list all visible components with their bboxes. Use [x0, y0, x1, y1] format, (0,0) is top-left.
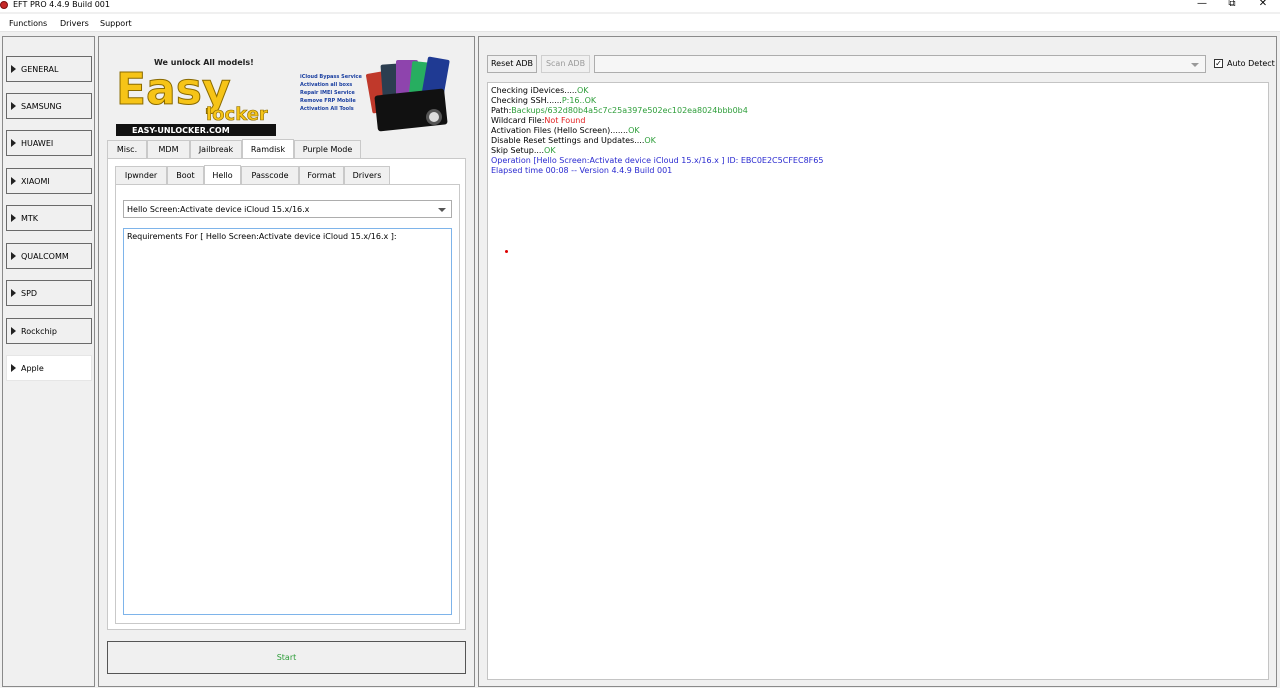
requirements-text: Requirements For [ Hello Screen:Activate… [127, 232, 397, 241]
expand-arrow-icon [11, 252, 16, 260]
menu-support[interactable]: Support [100, 19, 132, 28]
category-samsung[interactable]: SAMSUNG [6, 93, 92, 119]
logo-brand-bottom: locker [206, 104, 268, 125]
category-general[interactable]: GENERAL [6, 56, 92, 82]
expand-arrow-icon [11, 65, 16, 73]
log-line: Wildcard File:Not Found [491, 116, 586, 125]
category-apple[interactable]: Apple [6, 355, 92, 381]
category-label: MTK [21, 214, 39, 223]
reset-adb-button[interactable]: Reset ADB [487, 55, 537, 73]
tab-format[interactable]: Format [299, 166, 344, 184]
log-line: Disable Reset Settings and Updates....OK [491, 136, 656, 145]
tab-ipwnder[interactable]: Ipwnder [115, 166, 167, 184]
log-line: Activation Files (Hello Screen).......OK [491, 126, 640, 135]
category-label: Apple [21, 364, 44, 373]
category-panel: GENERAL SAMSUNG HUAWEI XIAOMI MTK QUALCO… [2, 36, 95, 687]
logo-feature: Remove FRP Mobile [300, 98, 356, 104]
operation-select-value: Hello Screen:Activate device iCloud 15.x… [127, 205, 310, 214]
category-label: SAMSUNG [21, 102, 62, 111]
log-line: Skip Setup....OK [491, 146, 556, 155]
logo-feature: Activation all boxs [300, 82, 352, 88]
logo-site: EASY-UNLOCKER.COM [132, 126, 230, 135]
logo-feature: Repair IMEI Service [300, 90, 355, 96]
tab-passcode[interactable]: Passcode [241, 166, 299, 184]
tab-ramdisk[interactable]: Ramdisk [242, 139, 294, 159]
tab-drivers[interactable]: Drivers [344, 166, 390, 184]
category-mtk[interactable]: MTK [6, 205, 92, 231]
category-huawei[interactable]: HUAWEI [6, 130, 92, 156]
log-panel: Reset ADB Scan ADB ✓ Auto Detect Checkin… [478, 36, 1277, 687]
operation-panel: We unlock All models! Easy locker EASY-U… [98, 36, 475, 687]
check-mark-icon: ✓ [1215, 59, 1222, 68]
menu-functions[interactable]: Functions [9, 19, 47, 28]
expand-arrow-icon [11, 102, 16, 110]
auto-detect-checkbox[interactable]: ✓ [1214, 59, 1223, 68]
requirements-textarea[interactable]: Requirements For [ Hello Screen:Activate… [123, 228, 452, 615]
chevron-down-icon [438, 208, 446, 212]
category-spd[interactable]: SPD [6, 280, 92, 306]
cursor-marker [505, 250, 508, 253]
operation-select[interactable]: Hello Screen:Activate device iCloud 15.x… [123, 200, 452, 218]
category-xiaomi[interactable]: XIAOMI [6, 168, 92, 194]
expand-arrow-icon [11, 214, 16, 222]
box-collage-icon [366, 56, 450, 132]
tab-purple-mode[interactable]: Purple Mode [294, 140, 361, 158]
port-select[interactable] [594, 55, 1206, 73]
expand-arrow-icon [11, 139, 16, 147]
category-label: HUAWEI [21, 139, 54, 148]
log-output[interactable]: Checking iDevices.....OK Checking SSH...… [487, 82, 1269, 680]
menu-bar: Functions Drivers Support [0, 14, 1280, 32]
logo-feature: Activation All Tools [300, 106, 354, 112]
log-line: Elapsed time 00:08 -- Version 4.4.9 Buil… [491, 166, 673, 175]
log-line: Checking SSH......P:16..OK [491, 96, 597, 105]
log-line: Operation [Hello Screen:Activate device … [491, 156, 824, 165]
window-title: EFT PRO 4.4.9 Build 001 [13, 0, 110, 9]
tab-jailbreak[interactable]: Jailbreak [190, 140, 242, 158]
tab-boot[interactable]: Boot [167, 166, 204, 184]
expand-arrow-icon [11, 177, 16, 185]
auto-detect-label: Auto Detect [1227, 59, 1275, 68]
minimize-button[interactable]: — [1187, 0, 1217, 10]
ramdisk-tab-content: Ipwnder Boot Hello Passcode Format Drive… [107, 158, 466, 630]
category-label: GENERAL [21, 65, 59, 74]
category-label: SPD [21, 289, 38, 298]
logo-feature: iCloud Bypass Service [300, 74, 363, 80]
tab-misc[interactable]: Misc. [107, 140, 147, 158]
hello-tab-content: Hello Screen:Activate device iCloud 15.x… [115, 184, 460, 624]
maximize-button[interactable]: ⧉ [1217, 0, 1247, 10]
easy-unlocker-logo: We unlock All models! Easy locker EASY-U… [114, 52, 464, 136]
category-qualcomm[interactable]: QUALCOMM [6, 243, 92, 269]
chevron-down-icon [1191, 63, 1199, 67]
log-line: Checking iDevices.....OK [491, 86, 589, 95]
category-label: Rockchip [21, 327, 57, 336]
expand-arrow-icon [11, 327, 16, 335]
expand-arrow-icon [11, 289, 16, 297]
category-label: XIAOMI [21, 177, 50, 186]
tab-hello[interactable]: Hello [204, 165, 241, 185]
menu-drivers[interactable]: Drivers [60, 19, 89, 28]
tab-mdm[interactable]: MDM [147, 140, 190, 158]
category-rockchip[interactable]: Rockchip [6, 318, 92, 344]
start-button[interactable]: Start [107, 641, 466, 674]
category-label: QUALCOMM [21, 252, 69, 261]
scan-adb-button[interactable]: Scan ADB [541, 55, 590, 73]
close-button[interactable]: ✕ [1248, 0, 1278, 10]
app-icon [0, 1, 8, 9]
title-bar: EFT PRO 4.4.9 Build 001 — ⧉ ✕ [0, 0, 1280, 12]
log-line: Path:Backups/632d80b4a5c7c25a397e502ec10… [491, 106, 748, 115]
expand-arrow-icon [11, 364, 16, 372]
